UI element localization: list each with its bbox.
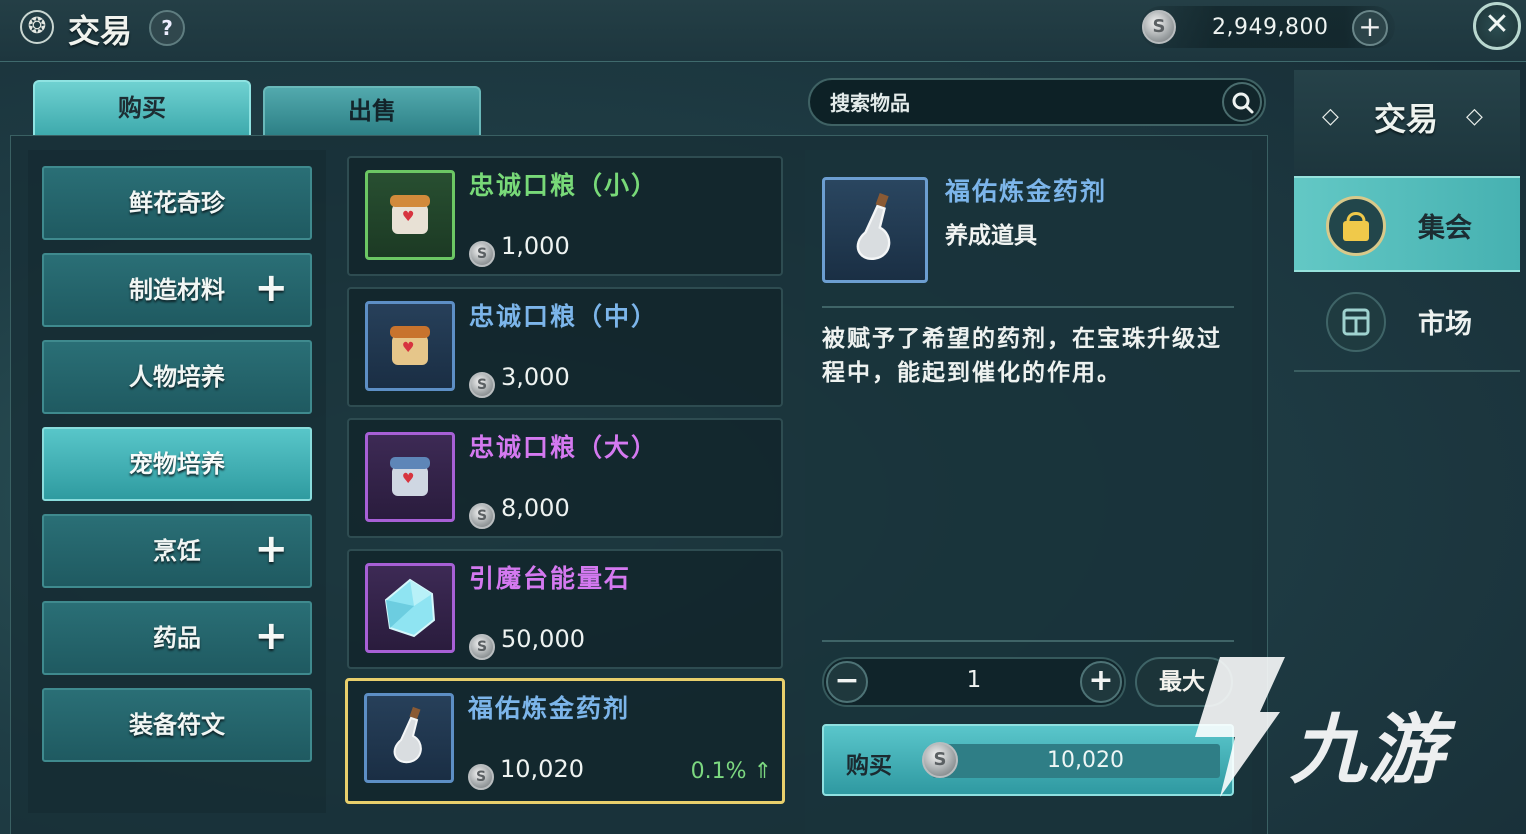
energy-crystal-icon	[365, 563, 455, 653]
food-jar-small-icon: ♥	[365, 170, 455, 260]
category-label: 宠物培养	[129, 450, 225, 478]
nine-game-logo-icon	[1195, 657, 1285, 797]
detail-item-name: 福佑炼金药剂	[945, 177, 1108, 206]
flask-shape	[393, 706, 422, 764]
item-card-selected[interactable]: 福佑炼金药剂 S 10,020 0.1% ⇑	[345, 678, 785, 804]
side-nav-label: 集会	[1418, 213, 1472, 244]
divider	[822, 306, 1234, 308]
page-title: 交易	[68, 12, 133, 50]
ornament-left-icon: ◇	[1322, 104, 1339, 129]
silver-coin-icon: S	[922, 742, 958, 778]
detail-description: 被赋予了希望的药剂，在宝珠升级过程中，能起到催化的作用。	[822, 326, 1222, 386]
item-card[interactable]: ♥ 忠诚口粮（中） S 3,000	[347, 287, 783, 407]
item-name: 忠诚口粮（中）	[469, 302, 659, 331]
price-change-value: 0.1%	[690, 759, 747, 784]
silver-coin-icon: S	[1142, 10, 1176, 44]
category-materials[interactable]: 制造材料 +	[42, 253, 312, 327]
food-jar-large-icon: ♥	[365, 432, 455, 522]
expand-plus-icon[interactable]: +	[254, 255, 288, 321]
search-box	[808, 78, 1266, 126]
category-cooking[interactable]: 烹饪 +	[42, 514, 312, 588]
item-price: S 8,000	[469, 494, 570, 529]
item-price: S 3,000	[469, 363, 570, 398]
item-card[interactable]: ♥ 忠诚口粮（大） S 8,000	[347, 418, 783, 538]
expand-plus-icon[interactable]: +	[254, 516, 288, 582]
tab-sell[interactable]: 出售	[263, 86, 481, 136]
watermark-text: 九游	[1290, 705, 1446, 794]
buy-price-bar: S 10,020	[922, 742, 1220, 778]
silver-coin-icon: S	[469, 372, 495, 398]
search-input[interactable]	[830, 89, 1210, 117]
item-price: S 10,020	[468, 755, 584, 790]
side-nav-item-gathering[interactable]: 集会	[1294, 176, 1520, 272]
side-nav-item-market[interactable]: 市场	[1294, 274, 1520, 370]
category-equipment-runes[interactable]: 装备符文	[42, 688, 312, 762]
silver-coin-icon: S	[469, 241, 495, 267]
buy-label: 购买	[846, 753, 892, 779]
search-icon	[1232, 92, 1254, 114]
item-price-value: 1,000	[501, 232, 570, 260]
add-currency-button[interactable]: +	[1352, 10, 1388, 46]
item-price: S 1,000	[469, 232, 570, 267]
watermark-logo: 九游	[1180, 652, 1500, 812]
side-nav-title: 交易	[1374, 100, 1439, 138]
close-button[interactable]: ✕	[1473, 2, 1521, 50]
item-price-value: 8,000	[501, 494, 570, 522]
category-label: 药品	[153, 624, 201, 652]
bag-shape	[1343, 212, 1369, 241]
detail-item-type: 养成道具	[945, 223, 1037, 249]
category-medicine[interactable]: 药品 +	[42, 601, 312, 675]
silver-coin-icon: S	[469, 503, 495, 529]
buy-price: 10,020	[1047, 748, 1124, 773]
item-name: 忠诚口粮（小）	[469, 171, 659, 200]
item-name: 忠诚口粮（大）	[469, 433, 659, 462]
flask-shape	[856, 193, 891, 260]
food-jar-medium-icon: ♥	[365, 301, 455, 391]
item-price-value: 10,020	[500, 755, 584, 783]
help-button[interactable]: ?	[149, 10, 185, 46]
currency-display: S 2,949,800 +	[1140, 6, 1395, 48]
increase-quantity-button[interactable]: +	[1080, 661, 1122, 703]
category-label: 烹饪	[153, 537, 201, 565]
item-name: 福佑炼金药剂	[468, 694, 631, 723]
currency-amount: 2,949,800	[1212, 15, 1329, 40]
potion-flask-icon	[822, 177, 928, 283]
price-change: 0.1% ⇑	[691, 759, 772, 784]
bag-icon	[1326, 196, 1386, 256]
stall-shape	[1342, 308, 1370, 336]
buy-button[interactable]: 购买 S 10,020	[822, 724, 1234, 796]
item-price: S 50,000	[469, 625, 585, 660]
price-up-icon: ⇑	[753, 759, 772, 784]
decrease-quantity-button[interactable]: −	[826, 661, 868, 703]
ornament-right-icon: ◇	[1466, 104, 1483, 129]
category-pet[interactable]: 宠物培养	[42, 427, 312, 501]
tab-buy[interactable]: 购买	[33, 80, 251, 136]
item-name: 引魔台能量石	[469, 564, 632, 593]
divider	[822, 640, 1234, 642]
crystal-shape	[384, 578, 436, 638]
category-label: 装备符文	[129, 711, 225, 739]
category-flowers[interactable]: 鲜花奇珍	[42, 166, 312, 240]
quantity-value[interactable]: 1	[884, 667, 1064, 693]
item-price-value: 3,000	[501, 363, 570, 391]
item-card[interactable]: 引魔台能量石 S 50,000	[347, 549, 783, 669]
category-character[interactable]: 人物培养	[42, 340, 312, 414]
search-button[interactable]	[1222, 82, 1262, 122]
item-price-value: 50,000	[501, 625, 585, 653]
quantity-stepper: − 1 +	[822, 657, 1126, 707]
trade-emblem-icon: ❂	[20, 10, 54, 44]
item-card[interactable]: ♥ 忠诚口粮（小） S 1,000	[347, 156, 783, 276]
expand-plus-icon[interactable]: +	[254, 603, 288, 669]
silver-coin-icon: S	[469, 634, 495, 660]
stall-icon	[1326, 292, 1386, 352]
category-label: 鲜花奇珍	[129, 189, 225, 217]
divider	[1294, 370, 1520, 372]
side-nav-label: 市场	[1418, 309, 1472, 340]
category-label: 制造材料	[129, 276, 225, 304]
silver-coin-icon: S	[468, 764, 494, 790]
category-label: 人物培养	[129, 363, 225, 391]
potion-flask-icon	[364, 693, 454, 783]
